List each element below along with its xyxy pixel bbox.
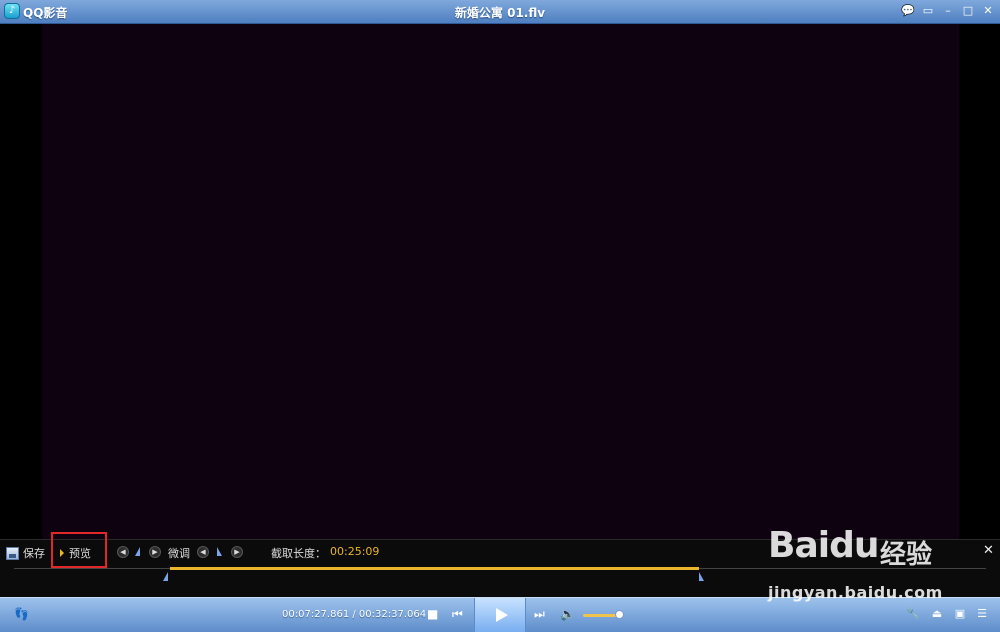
save-label: 保存 (23, 547, 45, 560)
title-bar: ♪ QQ影音 新婚公寓 01.flv 💬 ▭ – □ ✕ (0, 0, 1000, 24)
watermark-url: jingyan.baidu.com (768, 583, 943, 602)
start-marker-icon (135, 547, 140, 556)
time-display: 00:07:27.861 / 00:32:37.064 (282, 609, 427, 620)
menu-icon[interactable]: ▭ (920, 3, 936, 19)
window-controls: 💬 ▭ – □ ✕ (900, 3, 996, 19)
start-marker-back-button[interactable]: ◀ (117, 546, 129, 558)
next-icon[interactable]: ⏭ (534, 607, 545, 621)
close-icon[interactable]: ✕ (980, 3, 996, 19)
close-edit-bar-icon[interactable]: ✕ (983, 543, 994, 558)
minimize-icon[interactable]: – (940, 3, 956, 19)
window-title: 新婚公寓 01.flv (454, 6, 546, 20)
video-frame[interactable] (42, 24, 959, 539)
speech-bubble-icon[interactable]: 💬 (900, 3, 916, 19)
play-icon (496, 608, 508, 622)
speaker-icon[interactable]: 🔈 (560, 607, 575, 621)
clip-selection-range[interactable] (170, 567, 699, 570)
video-area[interactable] (0, 24, 1000, 539)
baidu-logo: Baidu (768, 525, 879, 566)
clip-length-label: 截取长度： (271, 547, 326, 560)
preview-highlight-box (51, 532, 107, 568)
end-marker-icon (217, 547, 222, 556)
stop-icon[interactable]: ■ (427, 607, 438, 621)
start-marker-forward-button[interactable]: ▶ (149, 546, 161, 558)
volume-knob[interactable] (615, 610, 624, 619)
maximize-icon[interactable]: □ (960, 3, 976, 19)
end-marker-forward-button[interactable]: ▶ (231, 546, 243, 558)
clip-length-value: 00:25:09 (330, 545, 380, 558)
play-button[interactable] (474, 598, 526, 632)
save-button[interactable]: 保存 (6, 544, 45, 562)
baidu-watermark: Baidu 经验 jingyan.baidu.com (768, 520, 978, 610)
footprint-icon[interactable]: 👣 (14, 607, 29, 621)
previous-icon[interactable]: ⏮ (452, 607, 463, 621)
clip-start-handle[interactable] (163, 572, 168, 581)
jingyan-label: 经验 (880, 540, 933, 570)
clip-end-handle[interactable] (699, 572, 704, 581)
end-marker-back-button[interactable]: ◀ (197, 546, 209, 558)
fine-tune-label: 微调 (168, 547, 190, 560)
floppy-disk-icon (6, 546, 19, 560)
